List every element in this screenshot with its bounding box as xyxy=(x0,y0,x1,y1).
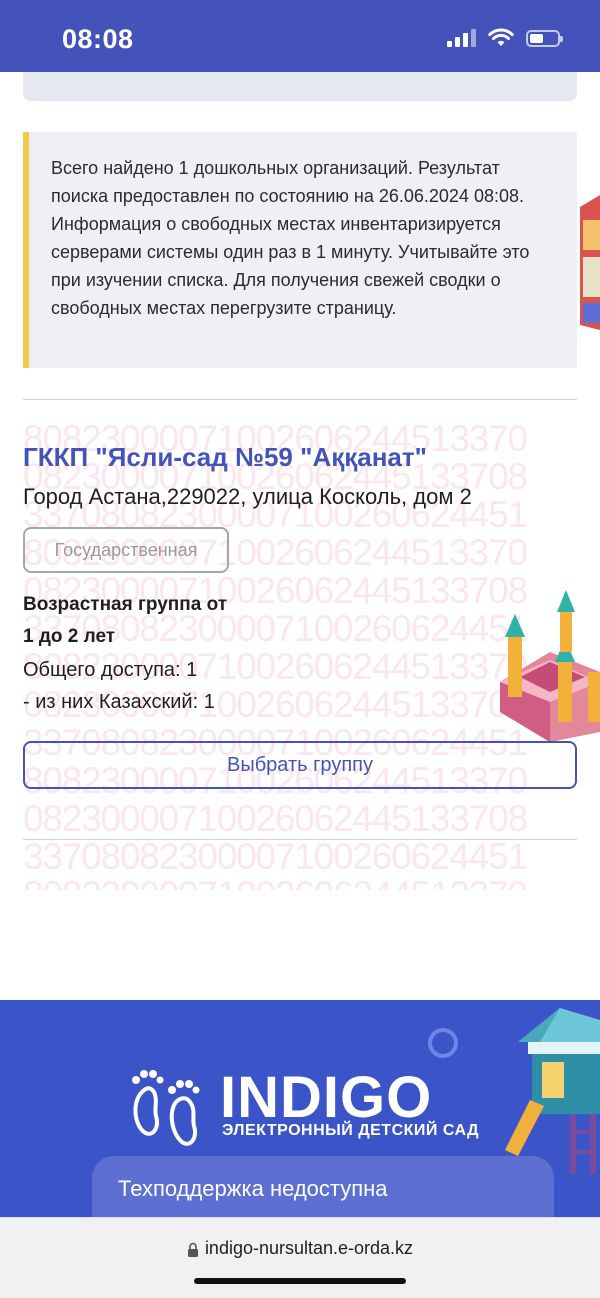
general-access-count: Общего доступа: 1 xyxy=(23,659,198,681)
age-group-title-line1: Возрастная группа от xyxy=(23,594,228,615)
bouncy-castle-icon xyxy=(500,590,600,742)
group-availability: Общего доступа: 1 - из них Казахский: 1 xyxy=(23,654,215,718)
search-result-notice: Всего найдено 1 дошкольных организаций. … xyxy=(23,132,577,368)
logo-subtitle: ЭЛЕКТРОННЫЙ ДЕТСКИЙ САД xyxy=(222,1122,480,1139)
divider xyxy=(23,399,577,400)
watermark-line: 33708082300007100260624451 xyxy=(23,836,528,877)
wifi-icon xyxy=(488,28,514,46)
support-status-banner[interactable]: Техподдержка недоступна xyxy=(92,1156,554,1226)
decorative-ring-icon xyxy=(428,1028,458,1058)
kindergarten-name[interactable]: ГККП "Ясли-сад №59 "Аққанат" xyxy=(23,442,427,473)
browser-address-bar: indigo-nursultan.e-orda.kz xyxy=(0,1217,600,1298)
watermark-line: 80823000071002606244513370 xyxy=(23,876,583,891)
status-time: 08:08 xyxy=(62,24,134,54)
decorative-building-icon xyxy=(580,195,600,330)
cellular-signal-icon xyxy=(447,29,476,47)
watermark-line: 08230000710026062445133708 xyxy=(23,798,528,839)
age-group-title: Возрастная группа от 1 до 2 лет xyxy=(23,589,323,653)
home-indicator[interactable] xyxy=(194,1278,406,1284)
notice-text: Всего найдено 1 дошкольных организаций. … xyxy=(51,158,530,318)
url-field[interactable]: indigo-nursultan.e-orda.kz xyxy=(0,1238,600,1259)
url-text: indigo-nursultan.e-orda.kz xyxy=(204,1238,414,1258)
logo-title: INDIGO xyxy=(220,1065,433,1130)
status-bar: 08:08 xyxy=(0,0,600,72)
lock-icon xyxy=(187,1242,198,1257)
footprints-logo-icon xyxy=(132,1070,200,1146)
battery-icon xyxy=(526,29,563,47)
select-group-button[interactable]: Выбрать группу xyxy=(23,741,577,789)
age-group-title-line2: 1 до 2 лет xyxy=(23,626,116,647)
kazakh-language-count: - из них Казахский: 1 xyxy=(23,691,215,713)
ownership-type-badge: Государственная xyxy=(23,527,229,573)
status-icons xyxy=(447,28,563,48)
divider xyxy=(23,839,577,840)
kindergarten-address: Город Астана,229022, улица Косколь, дом … xyxy=(23,484,472,509)
playground-tower-icon xyxy=(505,1008,600,1174)
previous-card-bottom xyxy=(23,72,577,101)
